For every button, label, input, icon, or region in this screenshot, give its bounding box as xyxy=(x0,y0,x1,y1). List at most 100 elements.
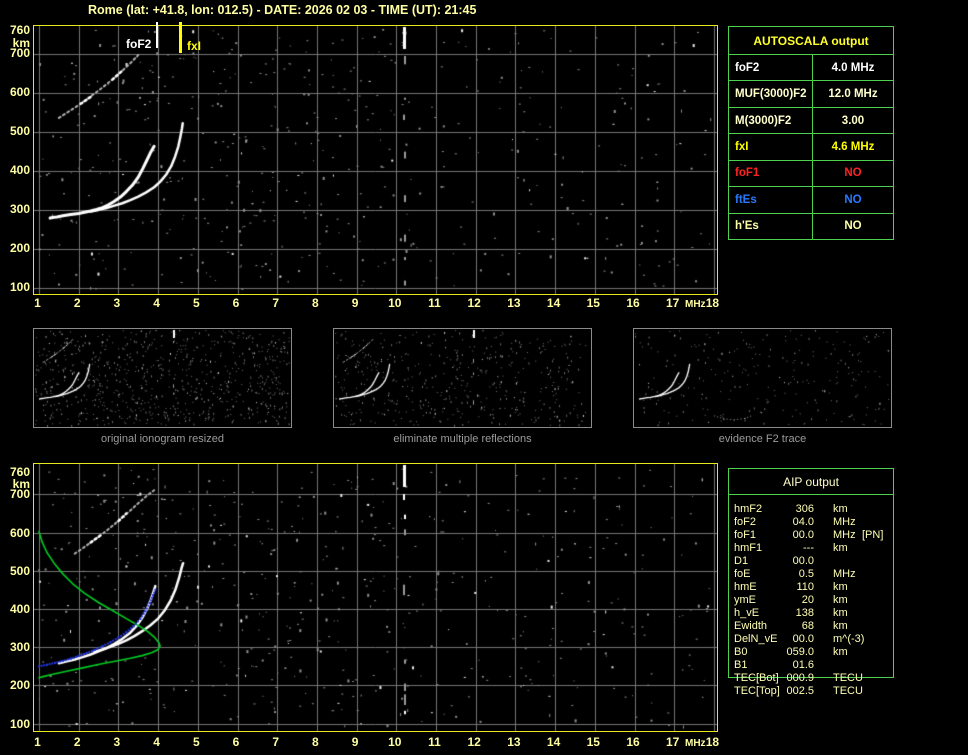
x-tick-label: 11 xyxy=(428,296,441,310)
y-tick-label: 100 xyxy=(9,716,30,731)
autoscala-row-value: 4.6 MHz xyxy=(813,133,893,159)
fof2-marker-line xyxy=(156,22,158,48)
x-tick-label: 17 xyxy=(666,296,680,310)
x-tick-label: 16 xyxy=(626,296,640,310)
aip-value: 002.5 xyxy=(786,685,814,697)
aip-unit: MHz xyxy=(833,516,856,528)
aip-unit: km xyxy=(833,542,848,554)
x-tick-label: 4 xyxy=(153,296,160,310)
y-tick-label: 760 xyxy=(9,23,30,37)
autoscala-row-value: 12.0 MHz xyxy=(813,80,893,106)
x-tick-label: 16 xyxy=(626,735,640,749)
aip-unit: MHz xyxy=(833,568,856,580)
aip-value: 00.0 xyxy=(792,555,814,567)
x-tick-label: 13 xyxy=(507,296,521,310)
x-axis-unit-mhz: MHz xyxy=(685,299,706,310)
autoscala-row-value: NO xyxy=(813,212,893,239)
x-tick-label: 5 xyxy=(192,735,200,749)
aip-label: ymE xyxy=(734,594,756,606)
aip-table-row: hmE 110 km xyxy=(729,581,893,594)
x-tick-label: 7 xyxy=(272,296,280,310)
aip-unit: TECU xyxy=(833,685,863,697)
aip-table-header: AIP output xyxy=(729,469,893,495)
x-tick-label: 5 xyxy=(192,296,200,310)
autoscala-row-label: foF1 xyxy=(729,159,813,187)
aip-table-row: hmF2 306 km xyxy=(729,503,893,516)
aip-unit: km xyxy=(833,503,848,515)
y-tick-label: 200 xyxy=(9,241,30,256)
aip-table-row: B1 01.6 xyxy=(729,659,893,672)
aip-unit: km xyxy=(833,594,848,606)
aip-table-row: foF2 04.0 MHz xyxy=(729,516,893,529)
x-tick-label: 10 xyxy=(388,735,402,749)
x-tick-label: 17 xyxy=(666,735,680,749)
autoscala-row-label: MUF(3000)F2 xyxy=(729,80,813,107)
x-tick-label: 10 xyxy=(388,296,402,310)
aip-table-row: B0 059.0 km xyxy=(729,646,893,659)
aip-table-row: foF1 00.0 MHz [PN] xyxy=(729,529,893,542)
autoscala-row-label: M(3000)F2 xyxy=(729,106,813,134)
y-axis-unit-km: km xyxy=(12,477,30,491)
autoscala-output-table: AUTOSCALA output foF2 4.0 MHz MUF(3000)F2 1… xyxy=(728,26,894,240)
aip-table-row: Ewidth 68 km xyxy=(729,620,893,633)
y-tick-label: 400 xyxy=(9,163,30,178)
y-tick-label: 500 xyxy=(9,124,30,139)
aip-label: B0 xyxy=(734,646,748,658)
thumbnail-evidence-f2-trace xyxy=(633,328,892,428)
aip-value: 00.0 xyxy=(792,529,814,541)
profile-ionogram-canvas xyxy=(33,463,718,732)
y-tick-label: 400 xyxy=(9,602,30,617)
thumbnail-original-ionogram xyxy=(33,328,292,428)
aip-value: 000.9 xyxy=(786,672,814,684)
main-ionogram-canvas xyxy=(33,25,718,295)
aip-table-row: DelN_vE 00.0 m^(-3) xyxy=(729,633,893,646)
y-tick-label: 500 xyxy=(9,563,30,578)
aip-value: 110 xyxy=(796,581,814,593)
aip-label: TEC[Bot] xyxy=(734,672,779,684)
x-tick-label: 6 xyxy=(232,735,240,749)
y-tick-label: 600 xyxy=(9,85,30,100)
autoscala-table-header: AUTOSCALA output xyxy=(753,33,869,48)
x-tick-label: 9 xyxy=(351,735,359,749)
aip-value: 0.5 xyxy=(798,568,814,580)
aip-value: 00.0 xyxy=(792,633,814,645)
y-tick-label: 100 xyxy=(9,280,30,295)
aip-value: --- xyxy=(803,542,814,554)
aip-table-row: h_vE 138 km xyxy=(729,607,893,620)
autoscala-row-value: 3.00 xyxy=(813,106,893,133)
autoscala-row-value: NO xyxy=(813,186,893,212)
autoscala-row-value: NO xyxy=(813,159,893,186)
fxi-marker-label: fxI xyxy=(187,39,202,53)
x-tick-label: 12 xyxy=(467,296,481,310)
aip-unit: km xyxy=(833,607,848,619)
aip-output-table: AIP output hmF2 306 km foF2 04.0 MHz foF1 00.0 M… xyxy=(728,468,894,697)
autoscala-row-value: 4.0 MHz xyxy=(813,54,893,80)
y-tick-label: 300 xyxy=(9,202,30,217)
y-tick-label: 300 xyxy=(9,640,30,655)
aip-label: Ewidth xyxy=(734,620,768,632)
x-tick-label: 7 xyxy=(272,735,280,749)
aip-unit: km xyxy=(833,581,848,593)
aip-unit: TECU xyxy=(833,672,863,684)
autoscala-row-label: foF2 xyxy=(729,54,813,81)
aip-value: 68 xyxy=(801,620,814,632)
thumbnail-eliminate-reflections xyxy=(333,328,592,428)
autoscala-row-label: ftEs xyxy=(729,186,813,213)
x-tick-label: 8 xyxy=(312,735,319,749)
x-tick-label: 14 xyxy=(546,296,561,310)
autoscala-row-label: fxI xyxy=(729,133,813,160)
x-tick-label: 1 xyxy=(34,296,41,310)
x-tick-label: 1 xyxy=(34,735,41,749)
aip-value: 04.0 xyxy=(792,516,814,528)
aip-table-row: foE 0.5 MHz xyxy=(729,568,893,581)
x-tick-label: 15 xyxy=(586,735,600,749)
page-title: Rome (lat: +41.8, lon: 012.5) - DATE: 20… xyxy=(88,3,477,17)
aip-label: B1 xyxy=(734,659,748,671)
x-tick-label: 9 xyxy=(351,296,359,310)
aip-label: hmF1 xyxy=(734,542,763,554)
aip-table-row: hmF1 --- km xyxy=(729,542,893,555)
x-tick-label: 4 xyxy=(153,735,160,749)
aip-unit: km xyxy=(833,646,848,658)
aip-unit: MHz xyxy=(833,529,856,541)
aip-value: 138 xyxy=(795,607,814,619)
